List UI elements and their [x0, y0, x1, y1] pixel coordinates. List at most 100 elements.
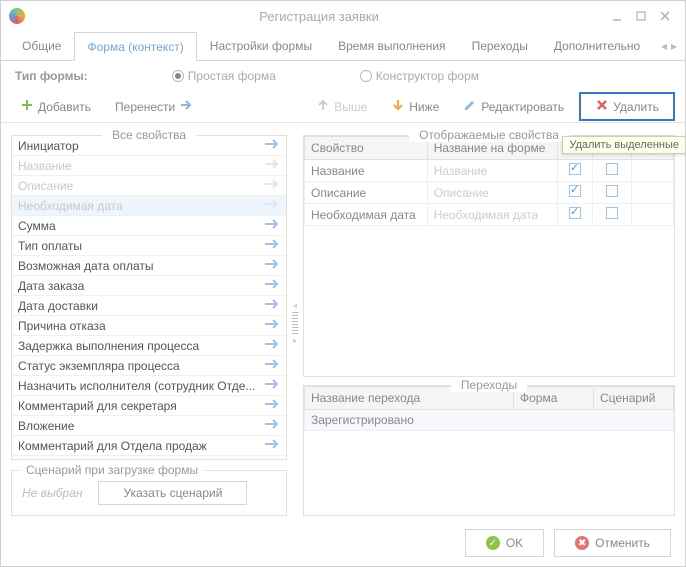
checkbox-required[interactable]: [569, 185, 581, 197]
down-button[interactable]: Ниже: [382, 94, 448, 119]
cell-prop: Необходимая дата: [305, 204, 428, 226]
move-right-icon[interactable]: [264, 458, 280, 459]
cell-prop: Описание: [305, 182, 428, 204]
edit-button[interactable]: Редактировать: [454, 94, 573, 119]
move-right-icon[interactable]: [264, 278, 280, 293]
radio-simple-form[interactable]: Простая форма: [172, 69, 276, 83]
radio-simple-label: Простая форма: [188, 69, 276, 83]
property-row[interactable]: Комментарий для секретаря: [12, 396, 286, 416]
displayed-props-legend: Отображаемые свойства: [409, 128, 569, 142]
move-right-icon[interactable]: [264, 158, 280, 173]
tab-prev[interactable]: ◂: [661, 39, 667, 53]
move-right-icon[interactable]: [264, 298, 280, 313]
tab-5[interactable]: Дополнительно: [541, 31, 653, 60]
tab-3[interactable]: Время выполнения: [325, 31, 458, 60]
move-right-icon[interactable]: [264, 258, 280, 273]
tab-next[interactable]: ▸: [671, 39, 677, 53]
radio-form-builder[interactable]: Конструктор форм: [360, 69, 479, 83]
tab-4[interactable]: Переходы: [459, 31, 541, 60]
splitter-right-icon: ▸: [293, 336, 297, 345]
property-row[interactable]: Задержка выполнения процесса: [12, 336, 286, 356]
table-row[interactable]: НазваниеНазвание: [305, 160, 674, 182]
move-button[interactable]: Перенести: [106, 94, 202, 119]
table-row[interactable]: ОписаниеОписание: [305, 182, 674, 204]
move-right-icon[interactable]: [264, 338, 280, 353]
minimize-button[interactable]: [605, 4, 629, 28]
property-row[interactable]: Сумма: [12, 216, 286, 236]
property-label: Тип оплаты: [18, 239, 82, 253]
delete-button[interactable]: Удалить: [579, 92, 675, 121]
checkbox-readonly[interactable]: [606, 163, 618, 175]
move-right-icon[interactable]: [264, 238, 280, 253]
property-label: Задержка выполнения процесса: [18, 339, 199, 353]
checkbox-readonly[interactable]: [606, 207, 618, 219]
move-right-icon[interactable]: [264, 318, 280, 333]
tab-0[interactable]: Общие: [9, 31, 74, 60]
pencil-icon: [463, 98, 477, 115]
col-trans-scn[interactable]: Сценарий: [594, 387, 674, 410]
footer: ✓OK ✖Отменить: [1, 520, 685, 566]
property-row[interactable]: Комментарий для Отдела продаж: [12, 436, 286, 456]
down-label: Ниже: [409, 100, 439, 114]
property-row[interactable]: Статус экземпляра процесса: [12, 356, 286, 376]
move-right-icon[interactable]: [264, 218, 280, 233]
move-right-icon[interactable]: [264, 438, 280, 453]
transitions-legend: Переходы: [451, 378, 527, 392]
checkbox-required[interactable]: [569, 207, 581, 219]
add-button[interactable]: Добавить: [11, 94, 100, 119]
form-type-label: Тип формы:: [15, 69, 88, 83]
up-label: Выше: [334, 100, 367, 114]
cell-name: Описание: [427, 182, 557, 204]
cell-prop: Название: [305, 160, 428, 182]
tab-1[interactable]: Форма (контекст): [74, 32, 196, 61]
property-row[interactable]: Вложение: [12, 416, 286, 436]
property-row[interactable]: Назначить исполнителя (сотрудник Отде...: [12, 376, 286, 396]
table-row[interactable]: Зарегистрировано: [305, 410, 674, 431]
table-row[interactable]: Необходимая датаНеобходимая дата: [305, 204, 674, 226]
move-right-icon[interactable]: [264, 358, 280, 373]
property-row[interactable]: Возможная дата оплаты: [12, 256, 286, 276]
property-row[interactable]: Описание: [12, 176, 286, 196]
property-row[interactable]: Необходимая дата: [12, 196, 286, 216]
checkbox-readonly[interactable]: [606, 185, 618, 197]
property-row[interactable]: Название: [12, 156, 286, 176]
property-label: Название: [18, 159, 72, 173]
move-right-icon[interactable]: [264, 418, 280, 433]
property-row[interactable]: Причина отказа: [12, 316, 286, 336]
property-row[interactable]: Дата доставки: [12, 296, 286, 316]
cancel-icon: ✖: [575, 536, 589, 550]
property-label: Возможная дата оплаты: [18, 259, 153, 273]
delete-tooltip: Удалить выделенные: [562, 136, 686, 154]
maximize-button[interactable]: [629, 4, 653, 28]
move-right-icon[interactable]: [264, 178, 280, 193]
close-button[interactable]: [653, 4, 677, 28]
up-button[interactable]: Выше: [307, 94, 376, 119]
scenario-none: Не выбран: [22, 486, 82, 500]
cancel-button[interactable]: ✖Отменить: [554, 529, 671, 557]
property-row[interactable]: Дата заказа: [12, 276, 286, 296]
arrow-down-icon: [391, 98, 405, 115]
ok-button[interactable]: ✓OK: [465, 529, 544, 557]
delete-label: Удалить: [613, 100, 659, 114]
tab-2[interactable]: Настройки формы: [197, 31, 325, 60]
property-label: Дата доставки: [18, 299, 98, 313]
select-scenario-button[interactable]: Указать сценарий: [98, 481, 247, 505]
all-properties-list[interactable]: Инициатор Название ОписаниеНеобходимая дат…: [12, 136, 286, 459]
move-right-icon[interactable]: [264, 398, 280, 413]
splitter[interactable]: ◂ ▸: [289, 129, 301, 516]
property-label: Инициатор: [18, 139, 79, 153]
move-right-icon[interactable]: [264, 378, 280, 393]
scenario-legend: Сценарий при загрузке формы: [20, 463, 204, 477]
move-right-icon[interactable]: [264, 138, 280, 153]
property-row[interactable]: Срок исполнения: [12, 456, 286, 459]
checkbox-required[interactable]: [569, 163, 581, 175]
transitions-table[interactable]: Название перехода Форма Сценарий Зарегис…: [304, 386, 674, 431]
toolbar: Добавить Перенести Выше Ниже Редактирова…: [1, 91, 685, 123]
arrow-up-icon: [316, 98, 330, 115]
cell-name: Название: [427, 160, 557, 182]
property-label: Назначить исполнителя (сотрудник Отде...: [18, 379, 255, 393]
form-type-row: Тип формы: Простая форма Конструктор фор…: [1, 61, 685, 91]
check-icon: ✓: [486, 536, 500, 550]
property-row[interactable]: Тип оплаты: [12, 236, 286, 256]
move-right-icon[interactable]: [264, 198, 280, 213]
